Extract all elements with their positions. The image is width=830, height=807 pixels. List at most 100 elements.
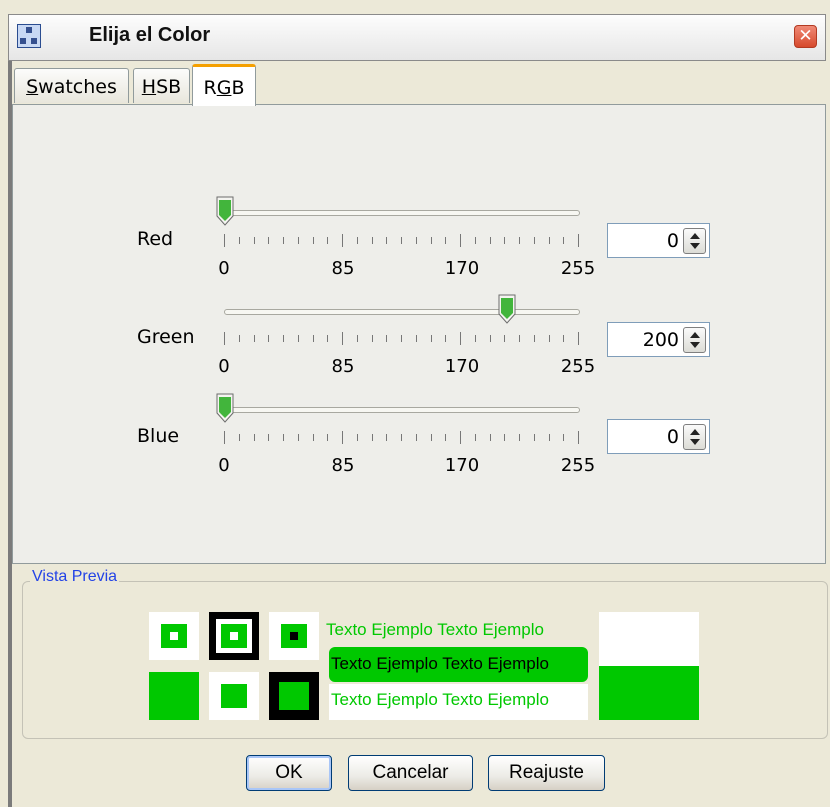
green-tick-label: 170 xyxy=(444,356,480,377)
minor-tick xyxy=(283,335,284,342)
minor-tick xyxy=(239,237,240,244)
green-spinner[interactable]: 200 xyxy=(607,322,710,357)
tab-swatches[interactable]: Swatches xyxy=(14,68,129,103)
minor-tick xyxy=(372,335,373,342)
minor-tick xyxy=(416,335,417,342)
minor-tick xyxy=(386,434,387,441)
reset-button[interactable]: Reajuste xyxy=(488,755,605,791)
preview-split-white xyxy=(599,612,699,666)
tab-hsb[interactable]: HSB xyxy=(133,68,190,103)
close-icon[interactable]: ✕ xyxy=(794,25,817,48)
minor-tick xyxy=(445,237,446,244)
title-bar[interactable]: Elija el Color ✕ xyxy=(8,14,826,61)
minor-tick xyxy=(563,434,564,441)
blue-tick-label: 255 xyxy=(560,455,596,476)
blue-label: Blue xyxy=(137,425,180,447)
major-tick xyxy=(224,332,225,345)
minor-tick xyxy=(401,434,402,441)
green-slider-track[interactable] xyxy=(224,309,580,315)
minor-tick xyxy=(549,434,550,441)
major-tick xyxy=(342,234,343,247)
blue-slider-thumb[interactable] xyxy=(216,393,234,423)
minor-tick xyxy=(490,434,491,441)
major-tick xyxy=(460,234,461,247)
preview-swatch-inner xyxy=(221,684,247,708)
red-spinner-arrows-icon[interactable] xyxy=(683,228,706,254)
minor-tick xyxy=(313,434,314,441)
minor-tick xyxy=(563,237,564,244)
minor-tick xyxy=(475,237,476,244)
blue-slider-track[interactable] xyxy=(224,407,580,413)
minor-tick xyxy=(416,434,417,441)
preview-text-on-white: Texto Ejemplo Texto Ejemplo xyxy=(331,690,549,709)
minor-tick xyxy=(239,335,240,342)
green-spinner-arrows-icon[interactable] xyxy=(683,327,706,353)
minor-tick xyxy=(313,335,314,342)
minor-tick xyxy=(283,237,284,244)
major-tick xyxy=(460,332,461,345)
preview-swatch-solid xyxy=(149,672,199,720)
minor-tick xyxy=(268,335,269,342)
tab-rgb-label-end: B xyxy=(231,77,245,99)
green-label: Green xyxy=(137,326,195,348)
blue-tick-label: 170 xyxy=(444,455,480,476)
preview-swatch-white-bg xyxy=(149,612,199,660)
minor-tick xyxy=(534,335,535,342)
window-title: Elija el Color xyxy=(89,24,211,46)
minor-tick xyxy=(298,434,299,441)
blue-value: 0 xyxy=(666,426,679,448)
preview-swatch-inner xyxy=(161,624,187,648)
preview-split-color xyxy=(599,666,699,720)
blue-spinner-arrows-icon[interactable] xyxy=(683,424,706,450)
green-tick-label: 85 xyxy=(331,356,355,377)
minor-tick xyxy=(327,237,328,244)
green-tick-label: 255 xyxy=(560,356,596,377)
green-slider-thumb[interactable] xyxy=(498,294,516,324)
minor-tick xyxy=(445,434,446,441)
minor-tick xyxy=(416,237,417,244)
red-slider-thumb[interactable] xyxy=(216,196,234,226)
red-tick-label: 255 xyxy=(560,258,596,279)
minor-tick xyxy=(504,335,505,342)
minor-tick xyxy=(431,434,432,441)
major-tick xyxy=(578,332,579,345)
red-label: Red xyxy=(137,228,174,250)
minor-tick xyxy=(563,335,564,342)
minor-tick xyxy=(519,434,520,441)
red-spinner[interactable]: 0 xyxy=(607,223,710,258)
minor-tick xyxy=(298,335,299,342)
minor-tick xyxy=(386,335,387,342)
blue-tick-label: 85 xyxy=(331,455,355,476)
minor-tick xyxy=(327,335,328,342)
minor-tick xyxy=(239,434,240,441)
preview-swatch-black-bg xyxy=(209,612,259,660)
minor-tick xyxy=(268,237,269,244)
minor-tick xyxy=(519,237,520,244)
red-slider-track[interactable] xyxy=(224,210,580,216)
preview-swatch-inner xyxy=(221,624,247,648)
minor-tick xyxy=(534,237,535,244)
minor-tick xyxy=(549,335,550,342)
major-tick xyxy=(460,431,461,444)
tab-rgb-mnemonic: G xyxy=(216,77,232,99)
minor-tick xyxy=(268,434,269,441)
minor-tick xyxy=(254,335,255,342)
tab-hsb-mnemonic: H xyxy=(141,76,157,98)
minor-tick xyxy=(313,237,314,244)
preview-swatch-black-bg xyxy=(269,672,319,720)
minor-tick xyxy=(327,434,328,441)
minor-tick xyxy=(386,237,387,244)
minor-tick xyxy=(254,434,255,441)
cancel-button[interactable]: Cancelar xyxy=(348,755,473,791)
blue-spinner[interactable]: 0 xyxy=(607,419,710,454)
tab-rgb[interactable]: RGB xyxy=(192,64,256,106)
preview-swatch-white-bg xyxy=(209,672,259,720)
ok-button[interactable]: OK xyxy=(246,755,332,791)
minor-tick xyxy=(401,237,402,244)
minor-tick xyxy=(431,335,432,342)
preview-legend: Vista Previa xyxy=(30,568,120,586)
preview-text-on-color: Texto Ejemplo Texto Ejemplo xyxy=(331,654,549,673)
green-value: 200 xyxy=(642,329,679,351)
major-tick xyxy=(224,234,225,247)
minor-tick xyxy=(357,434,358,441)
